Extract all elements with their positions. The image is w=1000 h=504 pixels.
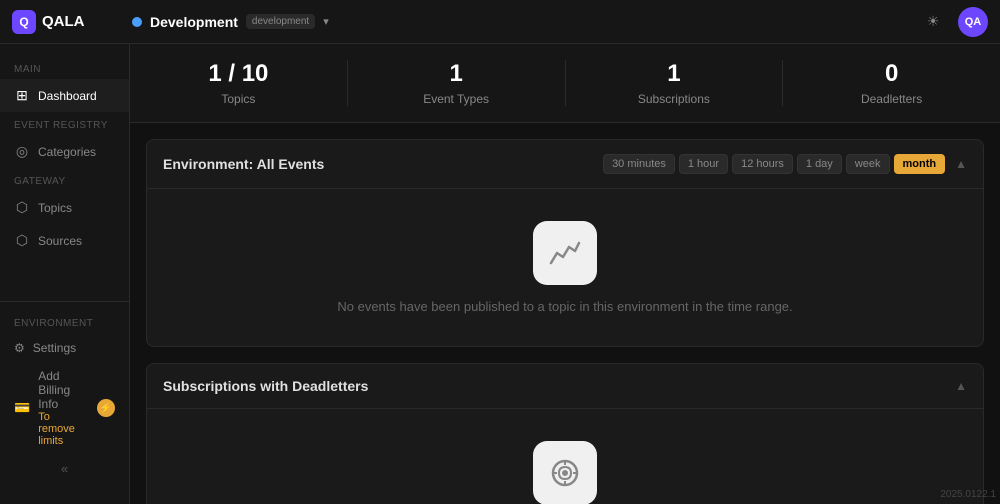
sidebar-section-event-registry: Event Registry <box>0 112 129 135</box>
env-name: Development <box>150 14 238 30</box>
stat-subscriptions-label: Subscriptions <box>638 92 710 106</box>
sidebar-item-categories[interactable]: ◎ Categories <box>0 135 129 168</box>
filter-week[interactable]: week <box>846 154 890 174</box>
sidebar-section-environment: Environment <box>0 310 129 333</box>
main-content: 1 / 10 Topics 1 Event Types 1 Subscripti… <box>130 44 1000 504</box>
topbar-actions: ☀ QA <box>918 7 988 37</box>
theme-toggle-button[interactable]: ☀ <box>918 7 948 37</box>
app-body: Main ⊞ Dashboard Event Registry ◎ Catego… <box>0 44 1000 504</box>
lightning-icon: ⚡ <box>97 399 115 417</box>
subscriptions-icon <box>547 455 583 491</box>
all-events-empty-state: No events have been published to a topic… <box>147 189 983 346</box>
filter-month[interactable]: month <box>894 154 946 174</box>
sidebar-section-main: Main <box>0 56 129 79</box>
stats-bar: 1 / 10 Topics 1 Event Types 1 Subscripti… <box>130 44 1000 123</box>
billing-info: Add Billing Info To remove limits <box>38 369 89 447</box>
deadletters-collapse-icon[interactable]: ▲ <box>955 379 967 393</box>
env-status-dot <box>132 17 142 27</box>
stat-deadletters-value: 0 <box>885 60 898 88</box>
settings-icon: ⚙ <box>14 341 25 355</box>
sidebar-label-topics: Topics <box>38 201 72 215</box>
stat-event-types: 1 Event Types <box>348 60 566 106</box>
sidebar-item-settings[interactable]: ⚙ Settings <box>0 333 129 363</box>
all-events-collapse-icon[interactable]: ▲ <box>955 157 967 171</box>
stat-subscriptions-value: 1 <box>667 60 680 88</box>
filter-1day[interactable]: 1 day <box>797 154 842 174</box>
chart-icon <box>547 235 583 271</box>
stat-deadletters: 0 Deadletters <box>783 60 1000 106</box>
sidebar-item-topics[interactable]: ⬡ Topics <box>0 191 129 224</box>
deadletters-empty-state: Great! You have no Subscriptions with de… <box>147 409 983 504</box>
sidebar-bottom: Environment ⚙ Settings 💳 Add Billing Inf… <box>0 301 129 492</box>
sidebar-item-dashboard[interactable]: ⊞ Dashboard <box>0 79 129 112</box>
sidebar-item-sources[interactable]: ⬡ Sources <box>0 224 129 257</box>
logo: Q QALA <box>12 10 132 34</box>
sidebar-label-sources: Sources <box>38 234 82 248</box>
chevron-down-icon: ▾ <box>323 15 329 28</box>
stat-deadletters-label: Deadletters <box>861 92 922 106</box>
billing-text: Add Billing Info <box>38 369 89 411</box>
stat-topics-value: 1 / 10 <box>208 60 268 88</box>
all-events-section: Environment: All Events 30 minutes 1 hou… <box>146 139 984 347</box>
billing-icon: 💳 <box>14 400 30 416</box>
all-events-header: Environment: All Events 30 minutes 1 hou… <box>147 140 983 189</box>
logo-icon: Q <box>12 10 36 34</box>
filter-12hours[interactable]: 12 hours <box>732 154 793 174</box>
avatar[interactable]: QA <box>958 7 988 37</box>
sidebar-item-billing[interactable]: 💳 Add Billing Info To remove limits ⚡ <box>0 363 129 453</box>
stat-event-types-value: 1 <box>449 60 462 88</box>
sources-icon: ⬡ <box>14 232 30 249</box>
logo-text: QALA <box>42 13 85 30</box>
stat-topics-label: Topics <box>221 92 255 106</box>
env-badge: development <box>246 14 315 29</box>
env-selector[interactable]: Development development ▾ <box>132 14 918 30</box>
dashboard-icon: ⊞ <box>14 87 30 104</box>
deadletters-header: Subscriptions with Deadletters ▲ <box>147 364 983 409</box>
stat-subscriptions: 1 Subscriptions <box>566 60 784 106</box>
version-badge: 2025.0122.1 <box>940 489 996 500</box>
filter-1hour[interactable]: 1 hour <box>679 154 728 174</box>
topics-icon: ⬡ <box>14 199 30 216</box>
filter-30min[interactable]: 30 minutes <box>603 154 675 174</box>
topbar: Q QALA Development development ▾ ☀ QA <box>0 0 1000 44</box>
collapse-icon: « <box>61 461 68 476</box>
stat-event-types-label: Event Types <box>423 92 489 106</box>
sidebar-label-settings: Settings <box>33 341 76 355</box>
sidebar-section-gateway: Gateway <box>0 168 129 191</box>
time-filters: 30 minutes 1 hour 12 hours 1 day week mo… <box>603 154 945 174</box>
deadletters-empty-icon <box>533 441 597 504</box>
sidebar: Main ⊞ Dashboard Event Registry ◎ Catego… <box>0 44 130 504</box>
all-events-empty-icon <box>533 221 597 285</box>
collapse-sidebar-button[interactable]: « <box>0 453 129 484</box>
all-events-title: Environment: All Events <box>163 156 324 172</box>
deadletters-title: Subscriptions with Deadletters <box>163 378 368 394</box>
sidebar-label-dashboard: Dashboard <box>38 89 97 103</box>
deadletters-section: Subscriptions with Deadletters ▲ Great! <box>146 363 984 504</box>
all-events-empty-text: No events have been published to a topic… <box>337 299 792 314</box>
categories-icon: ◎ <box>14 143 30 160</box>
stat-topics: 1 / 10 Topics <box>130 60 348 106</box>
billing-sub: To remove limits <box>38 411 89 447</box>
sidebar-label-categories: Categories <box>38 145 96 159</box>
